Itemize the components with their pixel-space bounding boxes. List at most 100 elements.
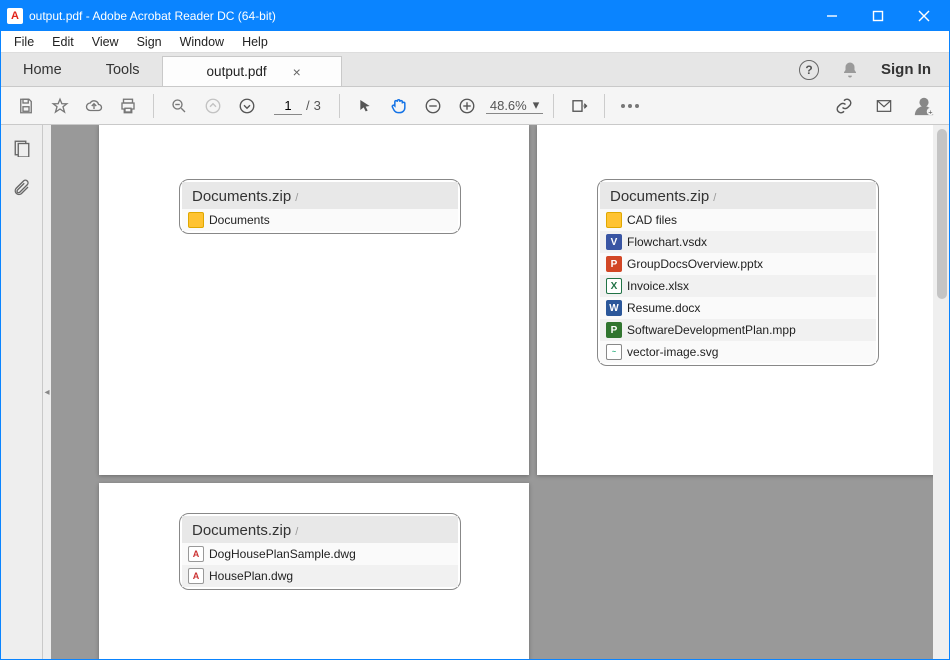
archive-title-text: Documents.zip [192, 188, 291, 205]
tab-document-label: output.pdf [207, 64, 267, 79]
archive-title: Documents.zip/ [600, 182, 876, 209]
sign-in-button[interactable]: Sign In [881, 61, 931, 78]
thumbnails-panel-icon[interactable] [13, 139, 31, 157]
tab-document[interactable]: output.pdf × [162, 56, 342, 86]
zoom-percent-dropdown[interactable]: 48.6% ▾ [486, 97, 543, 114]
xls-icon: X [606, 278, 622, 294]
menu-edit[interactable]: Edit [43, 33, 83, 51]
file-label: SoftwareDevelopmentPlan.mpp [627, 323, 796, 337]
page-up-icon[interactable] [198, 91, 228, 121]
menu-file[interactable]: File [5, 33, 43, 51]
path-slash: / [709, 192, 716, 204]
archive-rows-p1: Documents [182, 209, 458, 231]
hand-pan-icon[interactable] [384, 91, 414, 121]
star-icon[interactable] [45, 91, 75, 121]
fit-width-icon[interactable] [564, 91, 594, 121]
file-row: P SoftwareDevelopmentPlan.mpp [600, 319, 876, 341]
zoom-find-icon[interactable] [164, 91, 194, 121]
file-label: Documents [209, 213, 270, 227]
file-row: A DogHousePlanSample.dwg [182, 543, 458, 565]
triangle-left-icon: ◂ [44, 387, 49, 398]
main-area: ◂ Documents.zip/ Documents Documents.zip… [1, 125, 949, 659]
file-row: A HousePlan.dwg [182, 565, 458, 587]
menu-view[interactable]: View [83, 33, 128, 51]
notifications-bell-icon[interactable] [841, 61, 859, 79]
help-icon[interactable]: ? [799, 60, 819, 80]
page-total: 3 [314, 98, 321, 113]
file-row: VFlowchart.vsdx [600, 231, 876, 253]
page-separator: / [306, 98, 310, 113]
page-current-input[interactable] [274, 97, 302, 115]
menu-window[interactable]: Window [171, 33, 233, 51]
more-tools-icon[interactable] [615, 91, 645, 121]
proj-icon: P [606, 322, 622, 338]
file-row: P GroupDocsOverview.pptx [600, 253, 876, 275]
main-toolbar: / 3 48.6% ▾ + [1, 87, 949, 125]
dwg-icon: A [188, 546, 204, 562]
svg-text:+: + [928, 107, 932, 116]
file-row: ~ vector-image.svg [600, 341, 876, 363]
account-avatar-icon[interactable]: + [909, 91, 939, 121]
menu-bar: File Edit View Sign Window Help [1, 31, 949, 53]
menu-help[interactable]: Help [233, 33, 277, 51]
doc-icon: W [606, 300, 622, 316]
selection-arrow-icon[interactable] [350, 91, 380, 121]
file-label: Invoice.xlsx [627, 279, 689, 293]
page-indicator: / 3 [274, 97, 321, 115]
page-down-icon[interactable] [232, 91, 262, 121]
archive-title-text: Documents.zip [610, 188, 709, 205]
file-row: X Invoice.xlsx [600, 275, 876, 297]
file-label: CAD files [627, 213, 677, 227]
file-label: HousePlan.dwg [209, 569, 293, 583]
app-icon: A [7, 8, 23, 24]
chevron-down-icon: ▾ [533, 97, 540, 113]
archive-title: Documents.zip/ [182, 516, 458, 543]
folder-icon [188, 212, 204, 228]
archive-title-text: Documents.zip [192, 522, 291, 539]
empty-page-slot [537, 483, 949, 659]
path-slash: / [291, 192, 298, 204]
scrollbar-thumb[interactable] [937, 129, 947, 299]
file-row: W Resume.docx [600, 297, 876, 319]
pdf-page-1: Documents.zip/ Documents [99, 125, 529, 475]
window-close-button[interactable] [901, 1, 947, 31]
file-label: vector-image.svg [627, 345, 718, 359]
window-minimize-button[interactable] [809, 1, 855, 31]
window-maximize-button[interactable] [855, 1, 901, 31]
archive-card: Documents.zip/ Documents [179, 179, 461, 234]
zoom-out-icon[interactable] [418, 91, 448, 121]
print-icon[interactable] [113, 91, 143, 121]
cloud-upload-icon[interactable] [79, 91, 109, 121]
tab-tools[interactable]: Tools [84, 53, 162, 86]
window-title: output.pdf - Adobe Acrobat Reader DC (64… [29, 9, 809, 23]
collapse-left-handle[interactable]: ◂ [43, 125, 51, 659]
archive-title: Documents.zip/ [182, 182, 458, 209]
file-label: DogHousePlanSample.dwg [209, 547, 356, 561]
save-icon[interactable] [11, 91, 41, 121]
window-titlebar: A output.pdf - Adobe Acrobat Reader DC (… [1, 1, 949, 31]
attachments-panel-icon[interactable] [13, 177, 31, 197]
file-label: GroupDocsOverview.pptx [627, 257, 763, 271]
zoom-percent-value: 48.6% [490, 98, 527, 113]
visio-icon: V [606, 234, 622, 250]
archive-rows-p2: CAD files VFlowchart.vsdx P GroupDocsOvervi… [600, 209, 876, 363]
file-label: Resume.docx [627, 301, 700, 315]
tab-close-icon[interactable]: × [293, 64, 301, 80]
path-slash: / [291, 526, 298, 538]
zoom-in-icon[interactable] [452, 91, 482, 121]
pdf-page-2: Documents.zip/ CAD filesVFlowchart.vsdxP… [537, 125, 949, 475]
dwg-icon: A [188, 568, 204, 584]
share-link-icon[interactable] [829, 91, 859, 121]
menu-sign[interactable]: Sign [128, 33, 171, 51]
tab-home[interactable]: Home [1, 53, 84, 86]
pdf-page-3: Documents.zip/ A DogHousePlanSample.dwg AH… [99, 483, 529, 659]
svgf-icon: ~ [606, 344, 622, 360]
left-side-panel [1, 125, 43, 659]
archive-rows-p3: A DogHousePlanSample.dwg A HousePlan.dwg [182, 543, 458, 587]
archive-card: Documents.zip/ A DogHousePlanSample.dwg AH… [179, 513, 461, 590]
file-row: CAD files [600, 209, 876, 231]
document-viewport[interactable]: ◂ Documents.zip/ Documents Documents.zip… [43, 125, 949, 659]
ppt-icon: P [606, 256, 622, 272]
email-icon[interactable] [869, 91, 899, 121]
folder-icon [606, 212, 622, 228]
